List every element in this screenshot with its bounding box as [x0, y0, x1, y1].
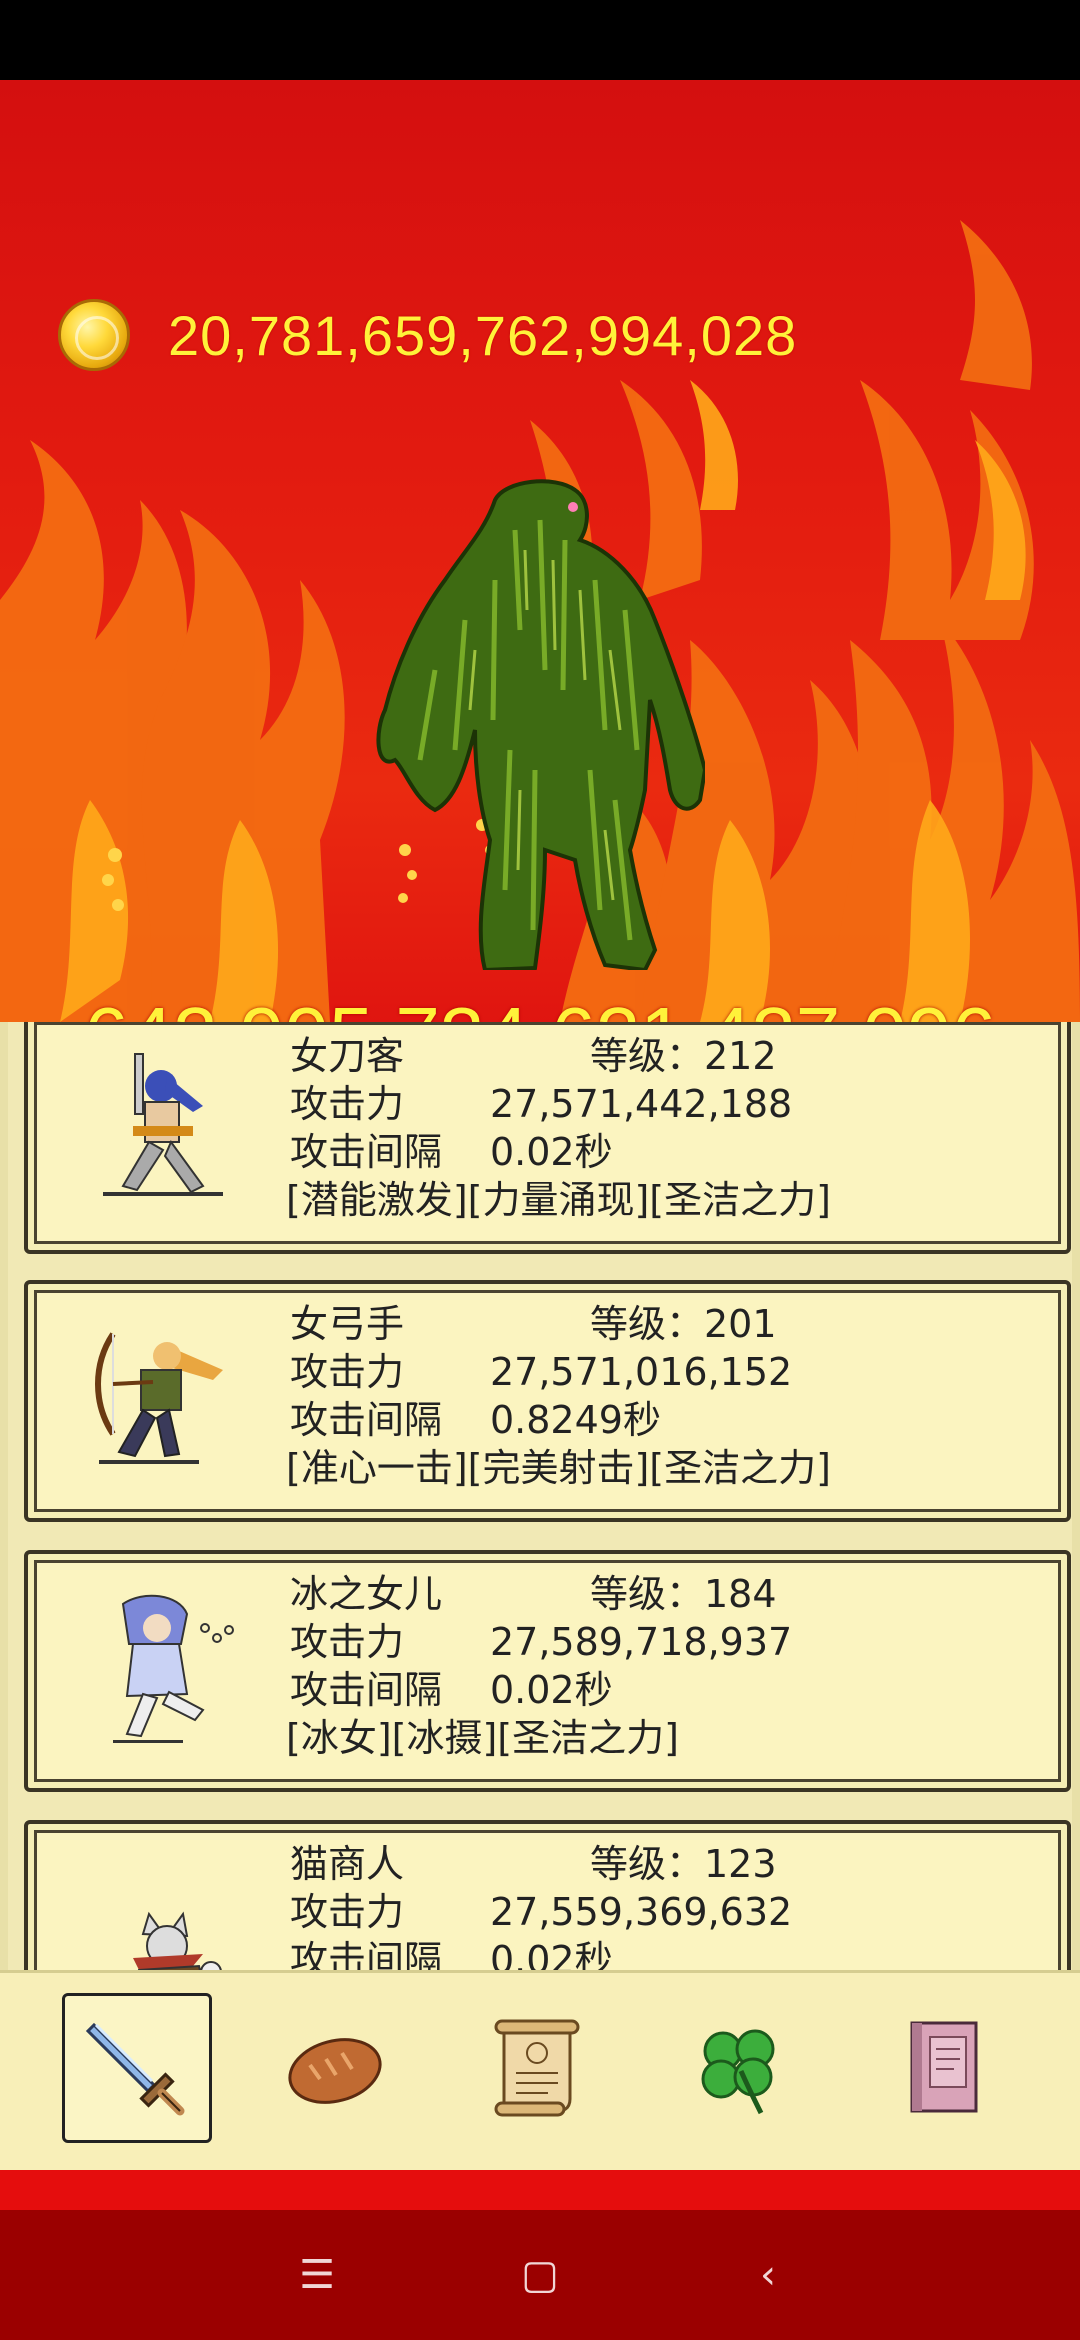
attack-label: 攻击力: [290, 1082, 405, 1126]
hero-skills: [冰女][冰摄][圣洁之力]: [286, 1716, 679, 1760]
book-icon: [910, 2021, 978, 2113]
hero-level: 等级：212: [590, 1034, 777, 1078]
hero-level: 等级：201: [590, 1302, 777, 1346]
interval-label: 攻击间隔: [290, 1938, 443, 1970]
hero-level: 等级：184: [590, 1572, 777, 1616]
status-bar: [0, 0, 1080, 80]
sword-icon: [85, 2022, 185, 2116]
bread-icon: [288, 2038, 382, 2104]
gold-amount: 20,781,659,762,994,028: [168, 303, 798, 367]
bottom-tab-bar: [0, 1970, 1080, 2170]
clover-icon: [701, 2029, 775, 2115]
hero-card[interactable]: 女弓手 等级：201 攻击力 27,571,016,152 攻击间隔 0.8249秒 …: [24, 1280, 1071, 1522]
back-icon[interactable]: ‹: [733, 2240, 803, 2310]
tab-items[interactable]: [260, 1993, 410, 2143]
hero-name: 猫商人: [290, 1842, 405, 1886]
interval-value: 0.02秒: [490, 1668, 613, 1712]
hero-name: 女弓手: [290, 1302, 405, 1346]
tab-heroes[interactable]: [62, 1993, 212, 2143]
interval-value: 0.02秒: [490, 1130, 613, 1174]
interval-value: 0.8249秒: [490, 1398, 661, 1442]
menu-icon[interactable]: ☰: [282, 2240, 352, 2310]
monster-hp: 642,905,734,621,427,096: [0, 990, 1080, 1022]
battle-area[interactable]: 20,781,659,762,994,028 642,905,734,621,4…: [0, 80, 1080, 1022]
hero-card[interactable]: 猫商人 等级：123 攻击力 27,559,369,632 攻击间隔 0.02秒: [24, 1820, 1071, 1970]
hero-list-scroll[interactable]: 女刀客 等级：212 攻击力 27,571,442,188 攻击间隔 0.02秒 [潜…: [8, 1022, 1072, 1970]
attack-value: 27,571,442,188: [490, 1082, 793, 1126]
hero-list-panel[interactable]: 女刀客 等级：212 攻击力 27,571,442,188 攻击间隔 0.02秒 [潜…: [0, 1022, 1080, 1970]
hero-card[interactable]: 女刀客 等级：212 攻击力 27,571,442,188 攻击间隔 0.02秒 [潜…: [24, 1022, 1071, 1254]
interval-label: 攻击间隔: [290, 1668, 443, 1712]
tab-scroll[interactable]: [462, 1993, 612, 2143]
hero-skills: [潜能激发][力量涌现][圣洁之力]: [286, 1178, 831, 1222]
interval-label: 攻击间隔: [290, 1398, 443, 1442]
hero-level: 等级：123: [590, 1842, 777, 1886]
tab-book[interactable]: [870, 1993, 1020, 2143]
gold-counter: 20,781,659,762,994,028: [58, 298, 797, 372]
cat-merchant-icon: [133, 1911, 222, 1970]
swordswoman-icon: [103, 1053, 223, 1196]
hero-name: 冰之女儿: [290, 1572, 443, 1616]
scroll-icon: [494, 2019, 580, 2117]
tab-luck[interactable]: [665, 1993, 815, 2143]
home-icon[interactable]: ▢: [505, 2240, 575, 2310]
moss-monster-icon[interactable]: [375, 470, 705, 970]
attack-value: 27,571,016,152: [490, 1350, 793, 1394]
attack-label: 攻击力: [290, 1890, 405, 1934]
attack-label: 攻击力: [290, 1350, 405, 1394]
attack-label: 攻击力: [290, 1620, 405, 1664]
interval-label: 攻击间隔: [290, 1130, 443, 1174]
hero-card[interactable]: 冰之女儿 等级：184 攻击力 27,589,718,937 攻击间隔 0.02秒 […: [24, 1550, 1071, 1792]
hero-skills: [准心一击][完美射击][圣洁之力]: [286, 1446, 831, 1490]
archer-icon: [95, 1332, 223, 1464]
attack-value: 27,589,718,937: [490, 1620, 793, 1664]
footer-strip: [0, 2170, 1080, 2210]
ice-daughter-icon: [113, 1594, 234, 1743]
attack-value: 27,559,369,632: [490, 1890, 793, 1934]
gold-coin-icon: [58, 299, 130, 371]
system-nav-bar: ☰ ▢ ‹: [0, 2210, 1080, 2340]
hero-name: 女刀客: [290, 1034, 405, 1078]
interval-value: 0.02秒: [490, 1938, 613, 1970]
